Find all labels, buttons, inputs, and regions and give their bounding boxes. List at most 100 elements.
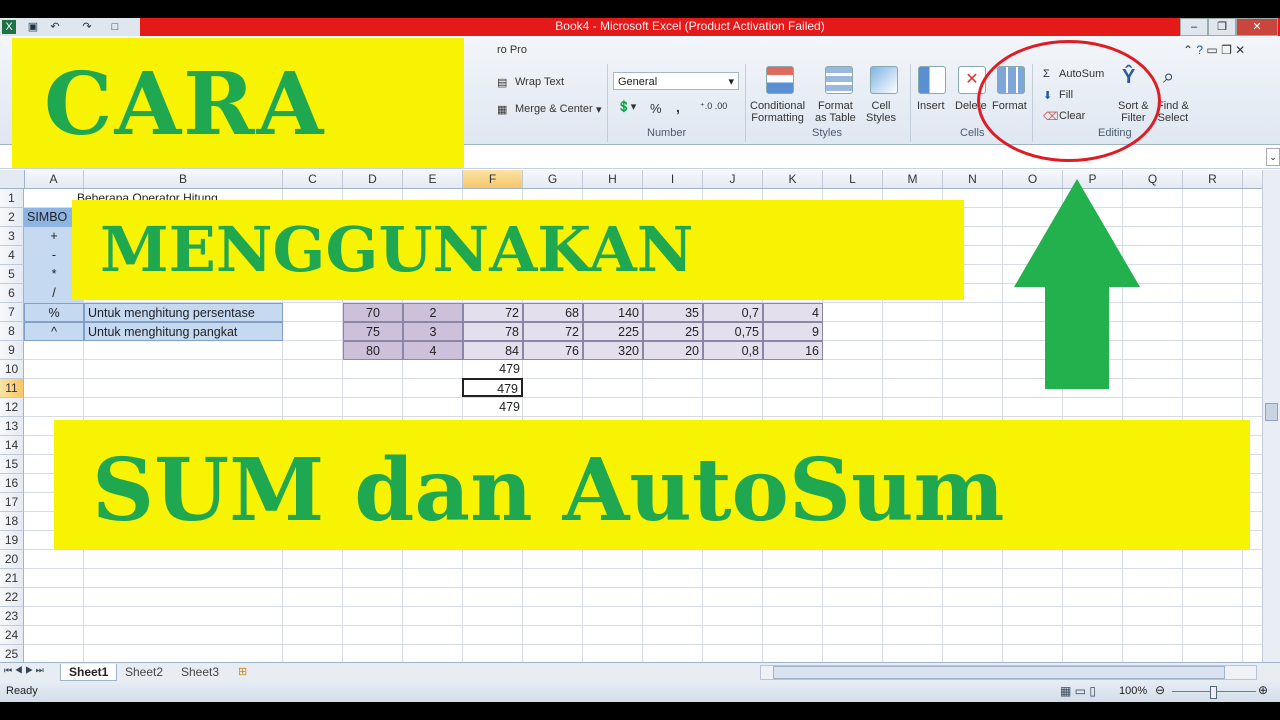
cell-b8[interactable]: Untuk menghitung pangkat (84, 322, 283, 341)
row-header-5[interactable]: 5 (0, 265, 24, 284)
cell-styles-button[interactable]: Cell Styles (866, 100, 896, 124)
cell-e9[interactable]: 4 (403, 341, 463, 360)
column-header-g[interactable]: G (523, 170, 583, 188)
vertical-scroll-thumb[interactable] (1265, 403, 1278, 421)
insert-button[interactable]: Insert (917, 100, 945, 112)
row-header-4[interactable]: 4 (0, 246, 24, 265)
row-header-11[interactable]: 11 (0, 379, 24, 398)
cell-f12[interactable]: 479 (463, 398, 523, 417)
conditional-formatting-button[interactable]: Conditional Formatting (750, 100, 805, 124)
cell-a8[interactable]: ^ (24, 322, 84, 341)
row-header-7[interactable]: 7 (0, 303, 24, 322)
increase-decimal-icon[interactable]: ⁺.0 .00 (700, 101, 727, 112)
row-header-1[interactable]: 1 (0, 189, 24, 208)
cell-e8[interactable]: 3 (403, 322, 463, 341)
row-header-2[interactable]: 2 (0, 208, 24, 227)
row-header-23[interactable]: 23 (0, 607, 24, 626)
cell-f11-active[interactable]: 479 (462, 378, 523, 397)
row-header-6[interactable]: 6 (0, 284, 24, 303)
row-header-16[interactable]: 16 (0, 474, 24, 493)
percent-button[interactable]: % (650, 101, 662, 116)
cell-h9[interactable]: 320 (583, 341, 643, 360)
restore-button[interactable]: ❐ (1208, 18, 1236, 36)
cell-b7[interactable]: Untuk menghitung persentase (84, 303, 283, 322)
column-header-m[interactable]: M (883, 170, 943, 188)
row-header-15[interactable]: 15 (0, 455, 24, 474)
select-all-corner[interactable] (0, 170, 25, 188)
cell-k9[interactable]: 16 (763, 341, 823, 360)
new-document-icon[interactable]: □ (108, 20, 122, 34)
row-header-12[interactable]: 12 (0, 398, 24, 417)
ribbon-tab-partial[interactable]: ro Pro (497, 44, 527, 56)
zoom-out-icon[interactable]: ⊖ (1155, 683, 1165, 697)
format-as-table-button[interactable]: Format as Table (815, 100, 856, 124)
cell-f10[interactable]: 479 (463, 360, 523, 379)
cell-f9[interactable]: 84 (463, 341, 523, 360)
cell-f8[interactable]: 78 (463, 322, 523, 341)
row-header-14[interactable]: 14 (0, 436, 24, 455)
column-header-h[interactable]: H (583, 170, 643, 188)
row-header-19[interactable]: 19 (0, 531, 24, 550)
column-header-b[interactable]: B (84, 170, 283, 188)
find-select-button[interactable]: Find & Select (1157, 100, 1189, 124)
cell-i7[interactable]: 35 (643, 303, 703, 322)
column-header-d[interactable]: D (343, 170, 403, 188)
row-header-22[interactable]: 22 (0, 588, 24, 607)
chevron-down-icon[interactable]: ▾ (596, 103, 602, 116)
currency-icon[interactable]: 💲▾ (617, 100, 636, 113)
zoom-in-icon[interactable]: ⊕ (1258, 683, 1268, 697)
row-header-17[interactable]: 17 (0, 493, 24, 512)
cell-a7[interactable]: % (24, 303, 84, 322)
wrap-text-button[interactable]: Wrap Text (515, 76, 564, 88)
cell-f7[interactable]: 72 (463, 303, 523, 322)
save-icon[interactable]: ▣ (26, 20, 40, 34)
row-header-20[interactable]: 20 (0, 550, 24, 569)
zoom-slider-thumb[interactable] (1210, 686, 1217, 699)
cell-d9[interactable]: 80 (343, 341, 403, 360)
row-header-9[interactable]: 9 (0, 341, 24, 360)
sheet-nav-arrows[interactable]: ⏮ ◀ ▶ ⏭ (4, 665, 44, 676)
number-format-dropdown[interactable]: General ▾ (613, 72, 739, 90)
cell-d7[interactable]: 70 (343, 303, 403, 322)
insert-sheet-icon[interactable]: ⊞ (238, 665, 247, 678)
cell-j8[interactable]: 0,75 (703, 322, 763, 341)
row-header-10[interactable]: 10 (0, 360, 24, 379)
merge-center-button[interactable]: Merge & Center (515, 103, 593, 115)
sheet-tab-1[interactable]: Sheet1 (60, 664, 118, 681)
cell-j7[interactable]: 0,7 (703, 303, 763, 322)
row-header-8[interactable]: 8 (0, 322, 24, 341)
comma-button[interactable]: , (676, 99, 680, 115)
column-header-a[interactable]: A (24, 170, 84, 188)
cell-d8[interactable]: 75 (343, 322, 403, 341)
redo-icon[interactable]: ↷ (80, 20, 94, 34)
cell-k7[interactable]: 4 (763, 303, 823, 322)
close-button[interactable]: ✕ (1236, 18, 1278, 36)
column-header-l[interactable]: L (823, 170, 883, 188)
cell-e7[interactable]: 2 (403, 303, 463, 322)
column-header-k[interactable]: K (763, 170, 823, 188)
horizontal-scroll-thumb[interactable] (773, 666, 1225, 679)
cell-g9[interactable]: 76 (523, 341, 583, 360)
row-header-24[interactable]: 24 (0, 626, 24, 645)
cell-k8[interactable]: 9 (763, 322, 823, 341)
column-header-n[interactable]: N (943, 170, 1003, 188)
column-header-f[interactable]: F (463, 170, 523, 188)
expand-formula-icon[interactable]: ⌄ (1266, 148, 1280, 166)
cell-h7[interactable]: 140 (583, 303, 643, 322)
cell-j9[interactable]: 0,8 (703, 341, 763, 360)
column-header-j[interactable]: J (703, 170, 763, 188)
cell-g8[interactable]: 72 (523, 322, 583, 341)
cell-g7[interactable]: 68 (523, 303, 583, 322)
row-header-18[interactable]: 18 (0, 512, 24, 531)
view-buttons[interactable]: ▦ ▭ ▯ (1060, 684, 1096, 698)
sheet-tab-2[interactable]: Sheet2 (117, 664, 171, 680)
row-header-13[interactable]: 13 (0, 417, 24, 436)
cell-h8[interactable]: 225 (583, 322, 643, 341)
column-header-i[interactable]: I (643, 170, 703, 188)
minimize-button[interactable]: – (1180, 18, 1208, 36)
undo-icon[interactable]: ↶ (48, 20, 62, 34)
row-header-21[interactable]: 21 (0, 569, 24, 588)
row-header-3[interactable]: 3 (0, 227, 24, 246)
sheet-tab-3[interactable]: Sheet3 (173, 664, 227, 680)
column-header-r[interactable]: R (1183, 170, 1243, 188)
